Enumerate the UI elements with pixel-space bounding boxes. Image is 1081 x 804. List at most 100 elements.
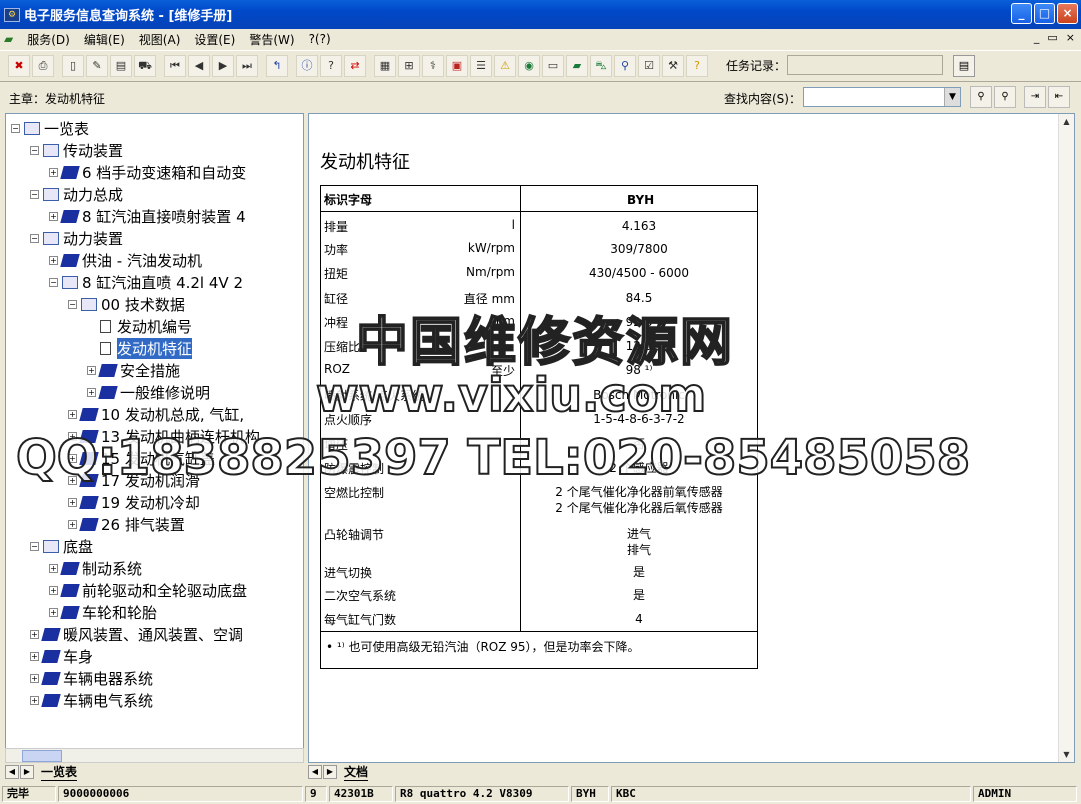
doc-tab-prev-icon[interactable]: ◀ xyxy=(308,765,322,779)
expand-node-icon[interactable]: + xyxy=(68,497,77,507)
menu-edit[interactable]: 编辑(E) xyxy=(84,31,125,48)
expand-node-icon[interactable]: + xyxy=(30,651,39,661)
expand-node-icon[interactable]: + xyxy=(87,387,96,397)
find-input[interactable]: ▼ xyxy=(803,87,961,107)
menu-settings[interactable]: 设置(E) xyxy=(194,31,235,48)
tab-prev-icon[interactable]: ◀ xyxy=(5,765,19,779)
tree-item[interactable]: + 前轮驱动和全轮驱动底盘 xyxy=(49,579,247,601)
doc-vertical-scrollbar[interactable]: ▲ ▼ xyxy=(1058,114,1074,762)
maximize-button[interactable]: □ xyxy=(1034,3,1055,24)
collapse-node-icon[interactable]: − xyxy=(49,277,58,287)
collapse-icon[interactable]: ⇤ xyxy=(1048,86,1070,108)
find-next-icon[interactable]: ⚲ xyxy=(994,86,1016,108)
expand-node-icon[interactable]: + xyxy=(49,585,58,595)
tab-next-icon[interactable]: ▶ xyxy=(20,765,34,779)
tree-item[interactable]: − 传动装置 xyxy=(30,139,123,161)
expand-icon[interactable]: ⇥ xyxy=(1024,86,1046,108)
tree-item[interactable]: + 安全措施 xyxy=(87,359,180,381)
back-icon[interactable]: ↰ xyxy=(266,55,288,77)
grid-icon[interactable]: ⊞ xyxy=(398,55,420,77)
collapse-node-icon[interactable]: − xyxy=(30,189,39,199)
print-icon[interactable]: ⎙ xyxy=(32,55,54,77)
tools-icon[interactable]: ⚒ xyxy=(662,55,684,77)
check-icon[interactable]: ☑ xyxy=(638,55,660,77)
tree-item[interactable]: − 00 技术数据 xyxy=(68,293,185,315)
expand-node-icon[interactable]: + xyxy=(68,519,77,529)
save-icon[interactable]: ▭ xyxy=(542,55,564,77)
scroll-down-icon[interactable]: ▼ xyxy=(1061,750,1072,761)
tree-item[interactable]: + 车轮和轮胎 xyxy=(49,601,157,623)
tree-item[interactable]: +26 排气装置 xyxy=(68,513,185,535)
doc-close-button[interactable]: × xyxy=(1066,31,1075,44)
find-prev-icon[interactable]: ⚲ xyxy=(970,86,992,108)
expand-node-icon[interactable]: + xyxy=(49,167,58,177)
menu-view[interactable]: 视图(A) xyxy=(139,31,181,48)
tree-item[interactable]: − 8 缸汽油直喷 4.2l 4V 2 xyxy=(49,271,243,293)
tree-item[interactable]: + 制动系统 xyxy=(49,557,142,579)
tree-horizontal-scrollbar[interactable] xyxy=(5,748,304,763)
scroll-thumb[interactable] xyxy=(22,750,62,762)
list-icon[interactable]: ☰ xyxy=(470,55,492,77)
collapse-node-icon[interactable]: − xyxy=(11,123,20,133)
book-icon[interactable]: ▣ xyxy=(446,55,468,77)
calc-icon[interactable]: ▦ xyxy=(374,55,396,77)
expand-node-icon[interactable]: + xyxy=(49,607,58,617)
first-page-icon[interactable]: ⏮ xyxy=(164,55,186,77)
tree-item[interactable]: 发动机编号 xyxy=(87,315,192,337)
globe-icon[interactable]: ◉ xyxy=(518,55,540,77)
warning-icon[interactable]: ⚠ xyxy=(494,55,516,77)
menu-help[interactable]: ?(?) xyxy=(309,32,331,46)
tab-document[interactable]: 文档 xyxy=(344,763,369,781)
task-record-button[interactable]: ▤ xyxy=(953,55,975,77)
notes-icon[interactable]: ▤ xyxy=(110,55,132,77)
tree-item[interactable]: + 车辆电气系统 xyxy=(30,689,153,711)
chevron-down-icon[interactable]: ▼ xyxy=(944,88,960,106)
expand-node-icon[interactable]: + xyxy=(87,365,96,375)
expand-node-icon[interactable]: + xyxy=(49,563,58,573)
minimize-button[interactable]: _ xyxy=(1011,3,1032,24)
tree-item[interactable]: − 动力装置 xyxy=(30,227,123,249)
edit-doc-icon[interactable]: ✎ xyxy=(86,55,108,77)
tree-item[interactable]: +8 缸汽油直接喷射装置 4 xyxy=(49,205,246,227)
scroll-up-icon[interactable]: ▲ xyxy=(1061,117,1072,128)
diagnose-icon[interactable]: ⚕ xyxy=(422,55,444,77)
swap-icon[interactable]: ⇄ xyxy=(344,55,366,77)
next-page-icon[interactable]: ▶ xyxy=(212,55,234,77)
collapse-node-icon[interactable]: − xyxy=(68,299,77,309)
expand-node-icon[interactable]: + xyxy=(49,211,58,221)
help-doc-icon[interactable]: ? xyxy=(686,55,708,77)
expand-node-icon[interactable]: + xyxy=(68,409,77,419)
tree-item[interactable]: − 底盘 xyxy=(30,535,93,557)
expand-node-icon[interactable]: + xyxy=(30,673,39,683)
expand-node-icon[interactable]: + xyxy=(30,629,39,639)
tree-item[interactable]: + 供油 - 汽油发动机 xyxy=(49,249,202,271)
document-icon[interactable]: ▰ xyxy=(566,55,588,77)
vehicle-icon[interactable]: ⛟ xyxy=(134,55,156,77)
tree-item[interactable]: 发动机特征 xyxy=(87,337,193,359)
menu-service[interactable]: 服务(D) xyxy=(27,31,70,48)
tree-item[interactable]: + 一般维修说明 xyxy=(87,381,210,403)
tree-item[interactable]: − 动力总成 xyxy=(30,183,123,205)
doc-tab-next-icon[interactable]: ▶ xyxy=(323,765,337,779)
collapse-node-icon[interactable]: − xyxy=(30,233,39,243)
tree-item[interactable]: + 车身 xyxy=(30,645,93,667)
search-car-icon[interactable]: ⚲ xyxy=(614,55,636,77)
exit-icon[interactable]: ✖ xyxy=(8,55,30,77)
tree-item[interactable]: + 暖风装置、通风装置、空调 xyxy=(30,623,243,645)
tree-item[interactable]: +6 档手动变速箱和自动变 xyxy=(49,161,246,183)
prev-page-icon[interactable]: ◀ xyxy=(188,55,210,77)
doc-restore-button[interactable]: ▭ xyxy=(1047,31,1057,44)
collapse-node-icon[interactable]: − xyxy=(30,541,39,551)
tree-item[interactable]: +10 发动机总成, 气缸, xyxy=(68,403,244,425)
last-page-icon[interactable]: ⏭ xyxy=(236,55,258,77)
task-record-field[interactable] xyxy=(787,55,943,75)
doc-minimize-button[interactable]: _ xyxy=(1034,31,1040,44)
close-button[interactable]: × xyxy=(1057,3,1078,24)
tree-item[interactable]: +19 发动机冷却 xyxy=(68,491,200,513)
tab-overview[interactable]: 一览表 xyxy=(41,763,78,781)
tree-item[interactable]: − 一览表 xyxy=(11,117,89,139)
expand-node-icon[interactable]: + xyxy=(30,695,39,705)
expand-node-icon[interactable]: + xyxy=(49,255,58,265)
tree-item[interactable]: + 车辆电器系统 xyxy=(30,667,153,689)
car-icon[interactable]: ⛍ xyxy=(590,55,612,77)
